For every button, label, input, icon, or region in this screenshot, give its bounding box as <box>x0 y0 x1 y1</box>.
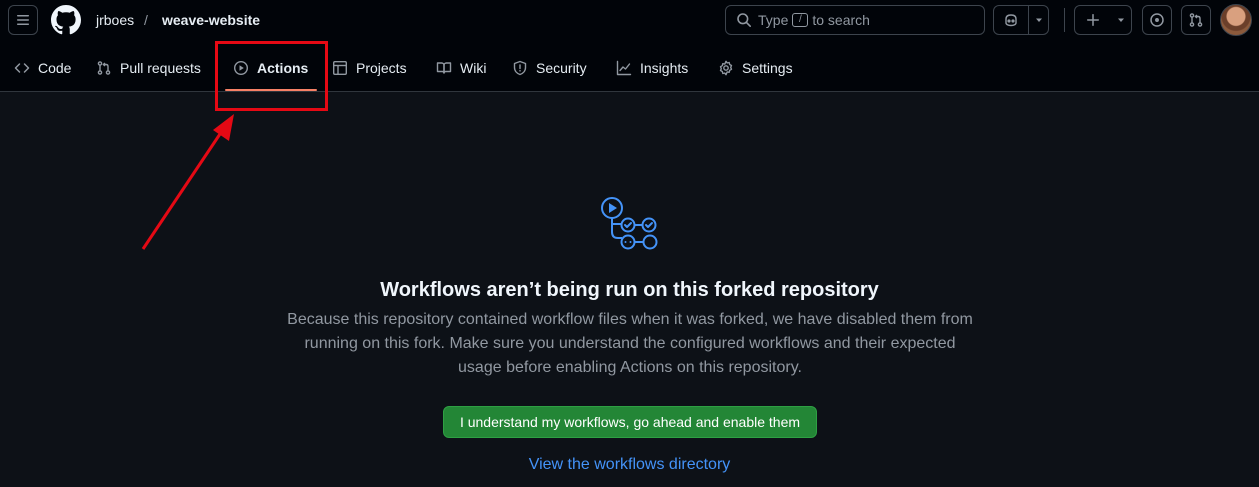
tab-security[interactable]: Security <box>512 44 587 91</box>
create-new-button-group <box>1074 5 1132 35</box>
pull-request-icon <box>1189 13 1203 27</box>
breadcrumb-separator: / <box>144 12 148 28</box>
graph-icon <box>616 60 632 75</box>
copilot-icon <box>1005 14 1017 27</box>
search-placeholder-prefix: Type <box>758 12 789 28</box>
book-icon <box>436 61 452 74</box>
breadcrumb-owner[interactable]: jrboes <box>96 11 134 29</box>
page-title: Workflows aren’t being run on this forke… <box>380 279 879 301</box>
search-placeholder-suffix: to search <box>812 12 870 28</box>
tab-label: Insights <box>640 59 689 76</box>
hamburger-menu-icon <box>17 15 29 25</box>
breadcrumb-repo[interactable]: weave-website <box>162 11 260 29</box>
copilot-button[interactable] <box>994 6 1028 34</box>
copilot-button-group <box>993 5 1049 35</box>
issues-button[interactable] <box>1142 5 1172 35</box>
gear-icon <box>719 60 733 75</box>
create-new-button[interactable] <box>1075 6 1111 34</box>
tab-projects[interactable]: Projects <box>332 44 407 91</box>
tab-insights[interactable]: Insights <box>616 44 688 91</box>
github-logo[interactable] <box>51 5 81 35</box>
tab-label: Wiki <box>460 59 487 76</box>
tab-label: Code <box>38 59 72 76</box>
description-line: usage before enabling Actions on this re… <box>458 359 802 376</box>
enable-workflows-button[interactable]: I understand my workflows, go ahead and … <box>443 406 817 438</box>
create-new-dropdown[interactable] <box>1111 6 1131 34</box>
header-divider <box>1064 8 1065 32</box>
user-avatar[interactable] <box>1220 4 1252 36</box>
chevron-down-icon <box>1118 18 1124 22</box>
tab-label: Settings <box>742 59 793 76</box>
description: Because this repository contained workfl… <box>275 308 985 380</box>
shield-icon <box>513 60 527 75</box>
workflow-icon <box>601 197 658 250</box>
tab-code[interactable]: Code <box>14 44 71 91</box>
code-icon <box>14 62 30 73</box>
description-line: Because this repository contained workfl… <box>287 311 973 328</box>
search-shortcut-key: / <box>792 13 809 27</box>
tab-wiki[interactable]: Wiki <box>436 44 486 91</box>
tab-pull-requests[interactable]: Pull requests <box>96 44 201 91</box>
tab-label: Security <box>536 59 587 76</box>
tab-settings[interactable]: Settings <box>718 44 793 91</box>
tab-label: Projects <box>356 59 407 76</box>
annotation-highlight-box <box>215 41 328 111</box>
search-input[interactable]: Type / to search <box>725 5 985 35</box>
hamburger-menu-button[interactable] <box>8 5 38 35</box>
search-icon <box>737 13 751 27</box>
plus-icon <box>1087 14 1099 26</box>
chevron-down-icon <box>1035 18 1042 22</box>
description-line: running on this fork. Make sure you unde… <box>304 335 956 352</box>
pull-request-icon <box>97 60 111 75</box>
issues-icon <box>1150 13 1164 27</box>
workflows-directory-link[interactable]: View the workflows directory <box>0 455 1259 475</box>
copilot-dropdown-button[interactable] <box>1028 6 1048 34</box>
table-icon <box>333 60 348 75</box>
pull-requests-button[interactable] <box>1181 5 1211 35</box>
tab-label: Pull requests <box>120 59 201 76</box>
